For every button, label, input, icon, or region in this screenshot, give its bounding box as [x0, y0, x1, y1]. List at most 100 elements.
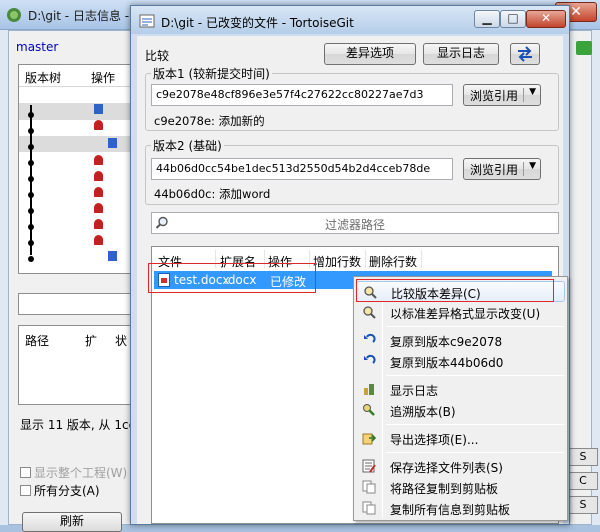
menu-item-blame[interactable]: 追溯版本(B) [356, 400, 565, 421]
checkbox-box [20, 485, 31, 496]
swap-button[interactable] [510, 43, 540, 65]
side-button[interactable]: S [568, 448, 598, 466]
menu-item-label: 将路径复制到剪贴板 [390, 482, 499, 496]
swap-icon [518, 46, 532, 62]
log-graph-list[interactable]: 版本树 操作 [18, 64, 133, 274]
menu-item-revert-to-44b06d0[interactable]: 复原到版本44b06d0 [356, 351, 565, 372]
log-row[interactable] [19, 120, 132, 136]
dropdown-arrow-icon[interactable]: ▼ [529, 161, 536, 171]
arrow-down-icon[interactable] [576, 41, 592, 55]
column-divider [365, 250, 366, 268]
filter-placeholder: 过滤器路径 [324, 218, 385, 232]
copy-info-icon [362, 501, 376, 515]
commit-dot [28, 240, 34, 246]
column-status[interactable]: 状 [115, 332, 127, 349]
log-row[interactable] [19, 87, 132, 103]
refresh-button[interactable]: 刷新 [22, 512, 122, 532]
version2-message: 44b06d0c: 添加word [154, 187, 271, 201]
menu-item-save-file-list[interactable]: 保存选择文件列表(S) [356, 456, 565, 477]
commit-dot [28, 112, 34, 118]
export-icon [362, 433, 376, 445]
maximize-button[interactable]: □ [500, 10, 526, 28]
save-list-icon [362, 459, 376, 473]
filter-input[interactable]: 过滤器路径 [151, 212, 559, 234]
version1-browse-refs-button[interactable]: 浏览引用 ▼ [463, 84, 541, 106]
dialog-titlebar[interactable]: D:\git - 已改变的文件 - TortoiseGit ▁ □ ✕ [131, 6, 569, 34]
annotation-box-file-row [148, 263, 316, 293]
log-paths-list[interactable]: 路径 扩 状 [18, 325, 133, 405]
menu-item-label: 复制所有信息到剪贴板 [390, 503, 511, 517]
file-modified-icon [94, 235, 103, 245]
menu-separator [386, 375, 564, 376]
side-button[interactable]: S [568, 496, 598, 514]
menu-item-label: 复原到版本44b06d0 [390, 356, 504, 370]
all-branches-label: 所有分支(A) [34, 484, 100, 498]
checkbox-box [20, 467, 31, 478]
version2-browse-refs-button[interactable]: 浏览引用 ▼ [463, 158, 541, 180]
commit-dot [28, 192, 34, 198]
commit-dot [28, 160, 34, 166]
split-separator [523, 88, 524, 102]
log-row[interactable] [19, 103, 132, 120]
dialog-title: D:\git - 已改变的文件 - TortoiseGit [161, 16, 354, 30]
all-branches-checkbox[interactable]: 所有分支(A) [20, 482, 100, 499]
menu-item-label: 导出选择项(E)... [390, 433, 479, 447]
log-graph-header: 版本树 操作 [19, 65, 132, 87]
version2-label: 版本2 (基础) [151, 137, 224, 154]
branch-label[interactable]: master [16, 40, 58, 54]
commit-dot [28, 256, 34, 262]
log-icon [364, 384, 374, 395]
log-window-title: D:\git - 日志信息 - T [28, 9, 141, 23]
menu-separator [386, 326, 564, 327]
file-modified-icon [94, 171, 103, 181]
file-added-icon [94, 104, 103, 114]
menu-separator [386, 452, 564, 453]
compare-label: 比较 [145, 49, 170, 63]
column-tree[interactable]: 版本树 [25, 69, 61, 86]
close-button[interactable]: ✕ [526, 10, 566, 28]
menu-item-label: 复原到版本c9e2078 [390, 335, 503, 349]
log-message-box[interactable] [18, 293, 133, 315]
menu-separator [386, 424, 564, 425]
menu-item-unified-diff[interactable]: 以标准差异格式显示改变(U) [356, 302, 565, 323]
tortoisegit-icon [139, 14, 155, 28]
menu-item-copy-all-info[interactable]: 复制所有信息到剪贴板 [356, 498, 565, 519]
dropdown-arrow-icon[interactable]: ▼ [529, 87, 536, 97]
minimize-button[interactable]: ▁ [474, 10, 500, 28]
menu-item-label: 保存选择文件列表(S) [390, 461, 503, 475]
commit-dot [28, 224, 34, 230]
browse-refs-label: 浏览引用 [470, 163, 519, 177]
show-whole-project-label: 显示整个工程(W) [34, 466, 128, 480]
version1-hash-field[interactable]: c9e2078e48cf896e3e57f4c27622cc80227ae7d3 [151, 84, 453, 106]
file-added-icon [108, 138, 117, 148]
version1-message: c9e2078e: 添加新的 [154, 114, 265, 128]
file-context-menu: 比较版本差异(C) 以标准差异格式显示改变(U) 复原到版本c9e2078 复原… [353, 276, 568, 521]
column-lines-added[interactable]: 增加行数 [313, 253, 361, 270]
menu-item-label: 显示日志 [390, 384, 439, 398]
version2-hash-field[interactable]: 44b06d0cc54be1dec513d2550d54b2d4cceb78de [151, 158, 453, 180]
column-ext[interactable]: 扩 [85, 332, 97, 349]
tortoisegit-icon [7, 8, 21, 22]
file-modified-icon [94, 120, 103, 130]
column-lines-removed[interactable]: 删除行数 [369, 253, 417, 270]
split-separator [523, 162, 524, 176]
menu-item-copy-paths[interactable]: 将路径复制到剪贴板 [356, 477, 565, 498]
file-added-icon [108, 251, 117, 261]
menu-item-revert-to-c9e2078[interactable]: 复原到版本c9e2078 [356, 330, 565, 351]
copy-path-icon [362, 480, 376, 494]
show-whole-project-checkbox[interactable]: 显示整个工程(W) [20, 464, 127, 481]
commit-dot [28, 128, 34, 134]
version1-label: 版本1 (较新提交时间) [151, 65, 272, 82]
unified-diff-icon [363, 306, 376, 319]
column-path[interactable]: 路径 [25, 332, 49, 349]
menu-item-export-selection[interactable]: 导出选择项(E)... [356, 428, 565, 449]
show-log-button[interactable]: 显示日志 [423, 43, 499, 65]
menu-item-show-log[interactable]: 显示日志 [356, 379, 565, 400]
diff-options-button[interactable]: 差异选项 [324, 43, 416, 65]
revert-icon [364, 333, 376, 343]
menu-item-label: 以标准差异格式显示改变(U) [390, 307, 541, 321]
side-button[interactable]: C [568, 472, 598, 490]
file-modified-icon [94, 203, 103, 213]
commit-dot [28, 176, 34, 182]
column-action[interactable]: 操作 [91, 69, 115, 86]
